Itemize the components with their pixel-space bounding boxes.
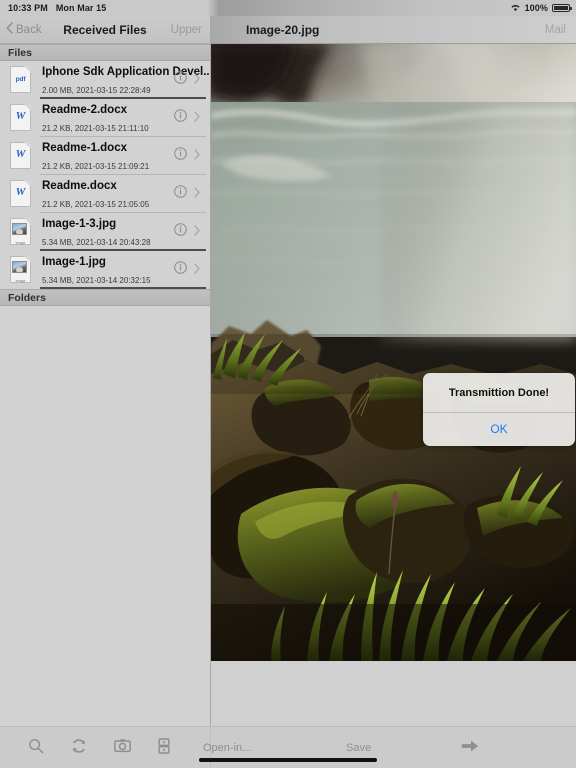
left-navigation-bar: Back Received Files Upper — [0, 16, 210, 44]
info-circle-icon[interactable] — [174, 261, 187, 279]
table-row[interactable]: pdf Iphone Sdk Application Devel.. 2.00 … — [0, 61, 210, 99]
table-row[interactable]: image Image-1-3.jpg 5.34 MB, 2021-03-14 … — [0, 213, 210, 251]
file-info: Readme-2.docx 21.2 KB, 2021-03-15 21:11:… — [38, 100, 174, 136]
back-button[interactable]: Back — [6, 22, 42, 37]
word-file-icon-label: W — [15, 110, 26, 122]
file-meta: 21.2 KB, 2021-03-15 21:05:05 — [42, 200, 150, 209]
table-row[interactable]: W Readme-2.docx 21.2 KB, 2021-03-15 21:1… — [0, 99, 210, 137]
word-file-icon-label: W — [15, 148, 26, 160]
table-row[interactable]: W Readme-1.docx 21.2 KB, 2021-03-15 21:0… — [0, 137, 210, 175]
file-meta: 21.2 KB, 2021-03-15 21:11:10 — [42, 124, 149, 133]
alert-ok-button[interactable]: OK — [423, 413, 575, 446]
status-bar: 10:33 PM Mon Mar 15 100% — [0, 0, 576, 16]
info-circle-icon[interactable] — [174, 185, 187, 203]
arrow-right-icon[interactable] — [461, 739, 479, 758]
chevron-right-icon[interactable] — [194, 261, 200, 279]
file-name: Readme-2.docx — [42, 104, 128, 116]
file-info: Readme-1.docx 21.2 KB, 2021-03-15 21:09:… — [38, 138, 174, 174]
status-bar-date: Mon Mar 15 — [55, 3, 107, 13]
toolbar-left-group — [0, 727, 211, 768]
info-circle-icon[interactable] — [174, 223, 187, 241]
table-row[interactable]: W Readme.docx 21.2 KB, 2021-03-15 21:05:… — [0, 175, 210, 213]
row-accessories — [174, 185, 200, 203]
file-meta: 2.00 MB, 2021-03-15 22:28:49 — [42, 86, 151, 95]
alert-message: Transmittion Done! — [448, 387, 550, 399]
image-title: Image-20.jpg — [246, 22, 320, 37]
file-name: Image-1-3.jpg — [42, 218, 117, 230]
image-file-icon-label: image — [15, 279, 26, 283]
file-meta: 21.2 KB, 2021-03-15 21:09:21 — [42, 162, 150, 171]
refresh-icon[interactable] — [71, 738, 87, 759]
row-accessories — [174, 109, 200, 127]
bottom-toolbar: Open-in... Save — [0, 726, 576, 768]
folders-empty-area — [0, 306, 210, 726]
file-info: Image-1-3.jpg 5.34 MB, 2021-03-14 20:43:… — [38, 214, 174, 250]
server-icon[interactable] — [158, 737, 170, 759]
files-master-panel: Back Received Files Upper Files pdf Ipho… — [0, 16, 211, 768]
file-name: Readme.docx — [42, 180, 117, 192]
home-indicator — [199, 758, 377, 762]
chevron-right-icon[interactable] — [194, 109, 200, 127]
section-header-folders: Folders — [0, 289, 210, 306]
image-detail-panel: Image-20.jpg Mail Transmittion Done! OK — [211, 16, 576, 768]
chevron-right-icon[interactable] — [194, 71, 200, 89]
nature-photograph — [211, 44, 576, 661]
right-navigation-bar: Image-20.jpg Mail — [211, 16, 576, 44]
status-bar-time: 10:33 PM — [8, 3, 48, 13]
image-file-icon: image — [4, 253, 38, 287]
status-bar-right-group: 100% — [510, 3, 572, 14]
image-file-icon: image — [4, 215, 38, 249]
row-accessories — [174, 261, 200, 279]
pdf-file-icon: pdf — [4, 63, 38, 97]
battery-percentage: 100% — [524, 3, 548, 13]
chevron-right-icon[interactable] — [194, 147, 200, 165]
open-in-button[interactable]: Open-in... — [203, 742, 251, 754]
image-file-icon-label: image — [15, 241, 26, 245]
word-file-icon: W — [4, 101, 38, 135]
upper-button[interactable]: Upper — [171, 24, 202, 36]
alert-dialog: Transmittion Done! OK — [423, 373, 575, 446]
search-icon[interactable] — [28, 738, 44, 759]
info-circle-icon[interactable] — [174, 71, 187, 89]
file-info: Readme.docx 21.2 KB, 2021-03-15 21:05:05 — [38, 176, 174, 212]
word-file-icon: W — [4, 139, 38, 173]
file-info: Iphone Sdk Application Devel.. 2.00 MB, … — [38, 62, 210, 98]
chevron-right-icon[interactable] — [194, 223, 200, 241]
file-info: Image-1.jpg 5.34 MB, 2021-03-14 20:32:15 — [38, 252, 174, 288]
row-accessories — [174, 71, 200, 89]
mail-button[interactable]: Mail — [545, 24, 566, 36]
camera-icon[interactable] — [114, 738, 131, 758]
info-circle-icon[interactable] — [174, 147, 187, 165]
file-meta: 5.34 MB, 2021-03-14 20:43:28 — [42, 238, 151, 247]
save-button[interactable]: Save — [346, 742, 371, 754]
word-file-icon-label: W — [15, 186, 26, 198]
row-accessories — [174, 147, 200, 165]
table-row[interactable]: image Image-1.jpg 5.34 MB, 2021-03-14 20… — [0, 251, 210, 289]
file-name: Image-1.jpg — [42, 256, 106, 268]
back-button-label: Back — [16, 23, 42, 36]
chevron-right-icon[interactable] — [194, 185, 200, 203]
word-file-icon: W — [4, 177, 38, 211]
file-meta: 5.34 MB, 2021-03-14 20:32:15 — [42, 276, 151, 285]
battery-full-icon — [552, 4, 572, 12]
chevron-left-icon — [6, 22, 13, 37]
row-accessories — [174, 223, 200, 241]
info-circle-icon[interactable] — [174, 109, 187, 127]
photo-viewer[interactable] — [211, 44, 576, 661]
file-name: Readme-1.docx — [42, 142, 128, 154]
wifi-icon — [510, 3, 521, 14]
ipad-screen: 10:33 PM Mon Mar 15 100% Back Received F… — [0, 0, 576, 768]
pdf-file-icon-label: pdf — [15, 76, 26, 83]
section-header-files: Files — [0, 44, 210, 61]
